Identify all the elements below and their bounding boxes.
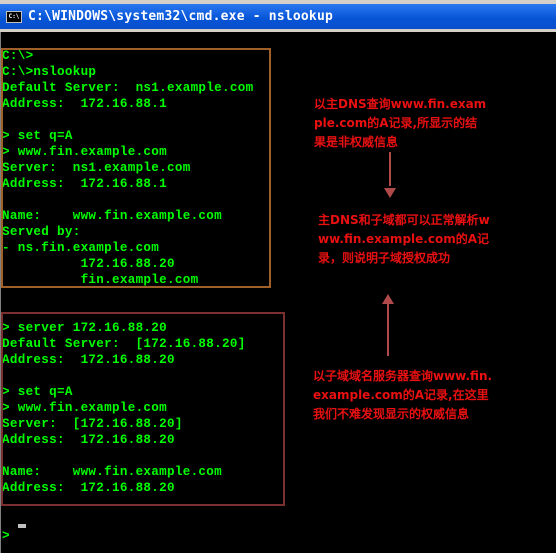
console-line: > xyxy=(2,529,18,543)
arrow-up-shaft xyxy=(387,304,389,356)
arrow-down-icon xyxy=(384,188,396,198)
arrow-down-shaft xyxy=(389,152,391,186)
arrow-up-icon xyxy=(382,294,394,304)
annotation-line: 以子域域名服务器查询www.fin. xyxy=(313,369,493,383)
highlight-box-primary-dns-query xyxy=(1,48,271,288)
annotation-line: 以主DNS查询www.fin.exam xyxy=(314,97,487,111)
annotation-line: ple.com的A记录,所显示的结 xyxy=(314,116,478,130)
annotation-note-3: 以子域域名服务器查询www.fin. example.com的A记录,在这里 我… xyxy=(313,367,556,424)
title-bar[interactable]: C:\ C:\WINDOWS\system32\cmd.exe - nslook… xyxy=(0,4,556,29)
cmd-icon: C:\ xyxy=(6,10,22,23)
annotation-line: 主DNS和子域都可以正常解析w xyxy=(318,213,490,227)
annotation-note-1: 以主DNS查询www.fin.exam ple.com的A记录,所显示的结 果是… xyxy=(314,95,554,152)
annotation-line: ww.fin.example.com的A记 xyxy=(318,232,489,246)
annotation-note-2: 主DNS和子域都可以正常解析w ww.fin.example.com的A记 录，… xyxy=(318,211,556,268)
highlight-box-subdomain-query xyxy=(1,312,285,506)
annotation-line: example.com的A记录,在这里 xyxy=(313,388,489,402)
annotation-line: 录，则说明子域授权成功 xyxy=(318,251,451,265)
annotation-line: 果是非权威信息 xyxy=(314,135,399,149)
annotation-line: 我们不难发现显示的权威信息 xyxy=(313,407,470,421)
window-title: C:\WINDOWS\system32\cmd.exe - nslookup xyxy=(28,9,334,24)
text-cursor xyxy=(18,524,26,528)
